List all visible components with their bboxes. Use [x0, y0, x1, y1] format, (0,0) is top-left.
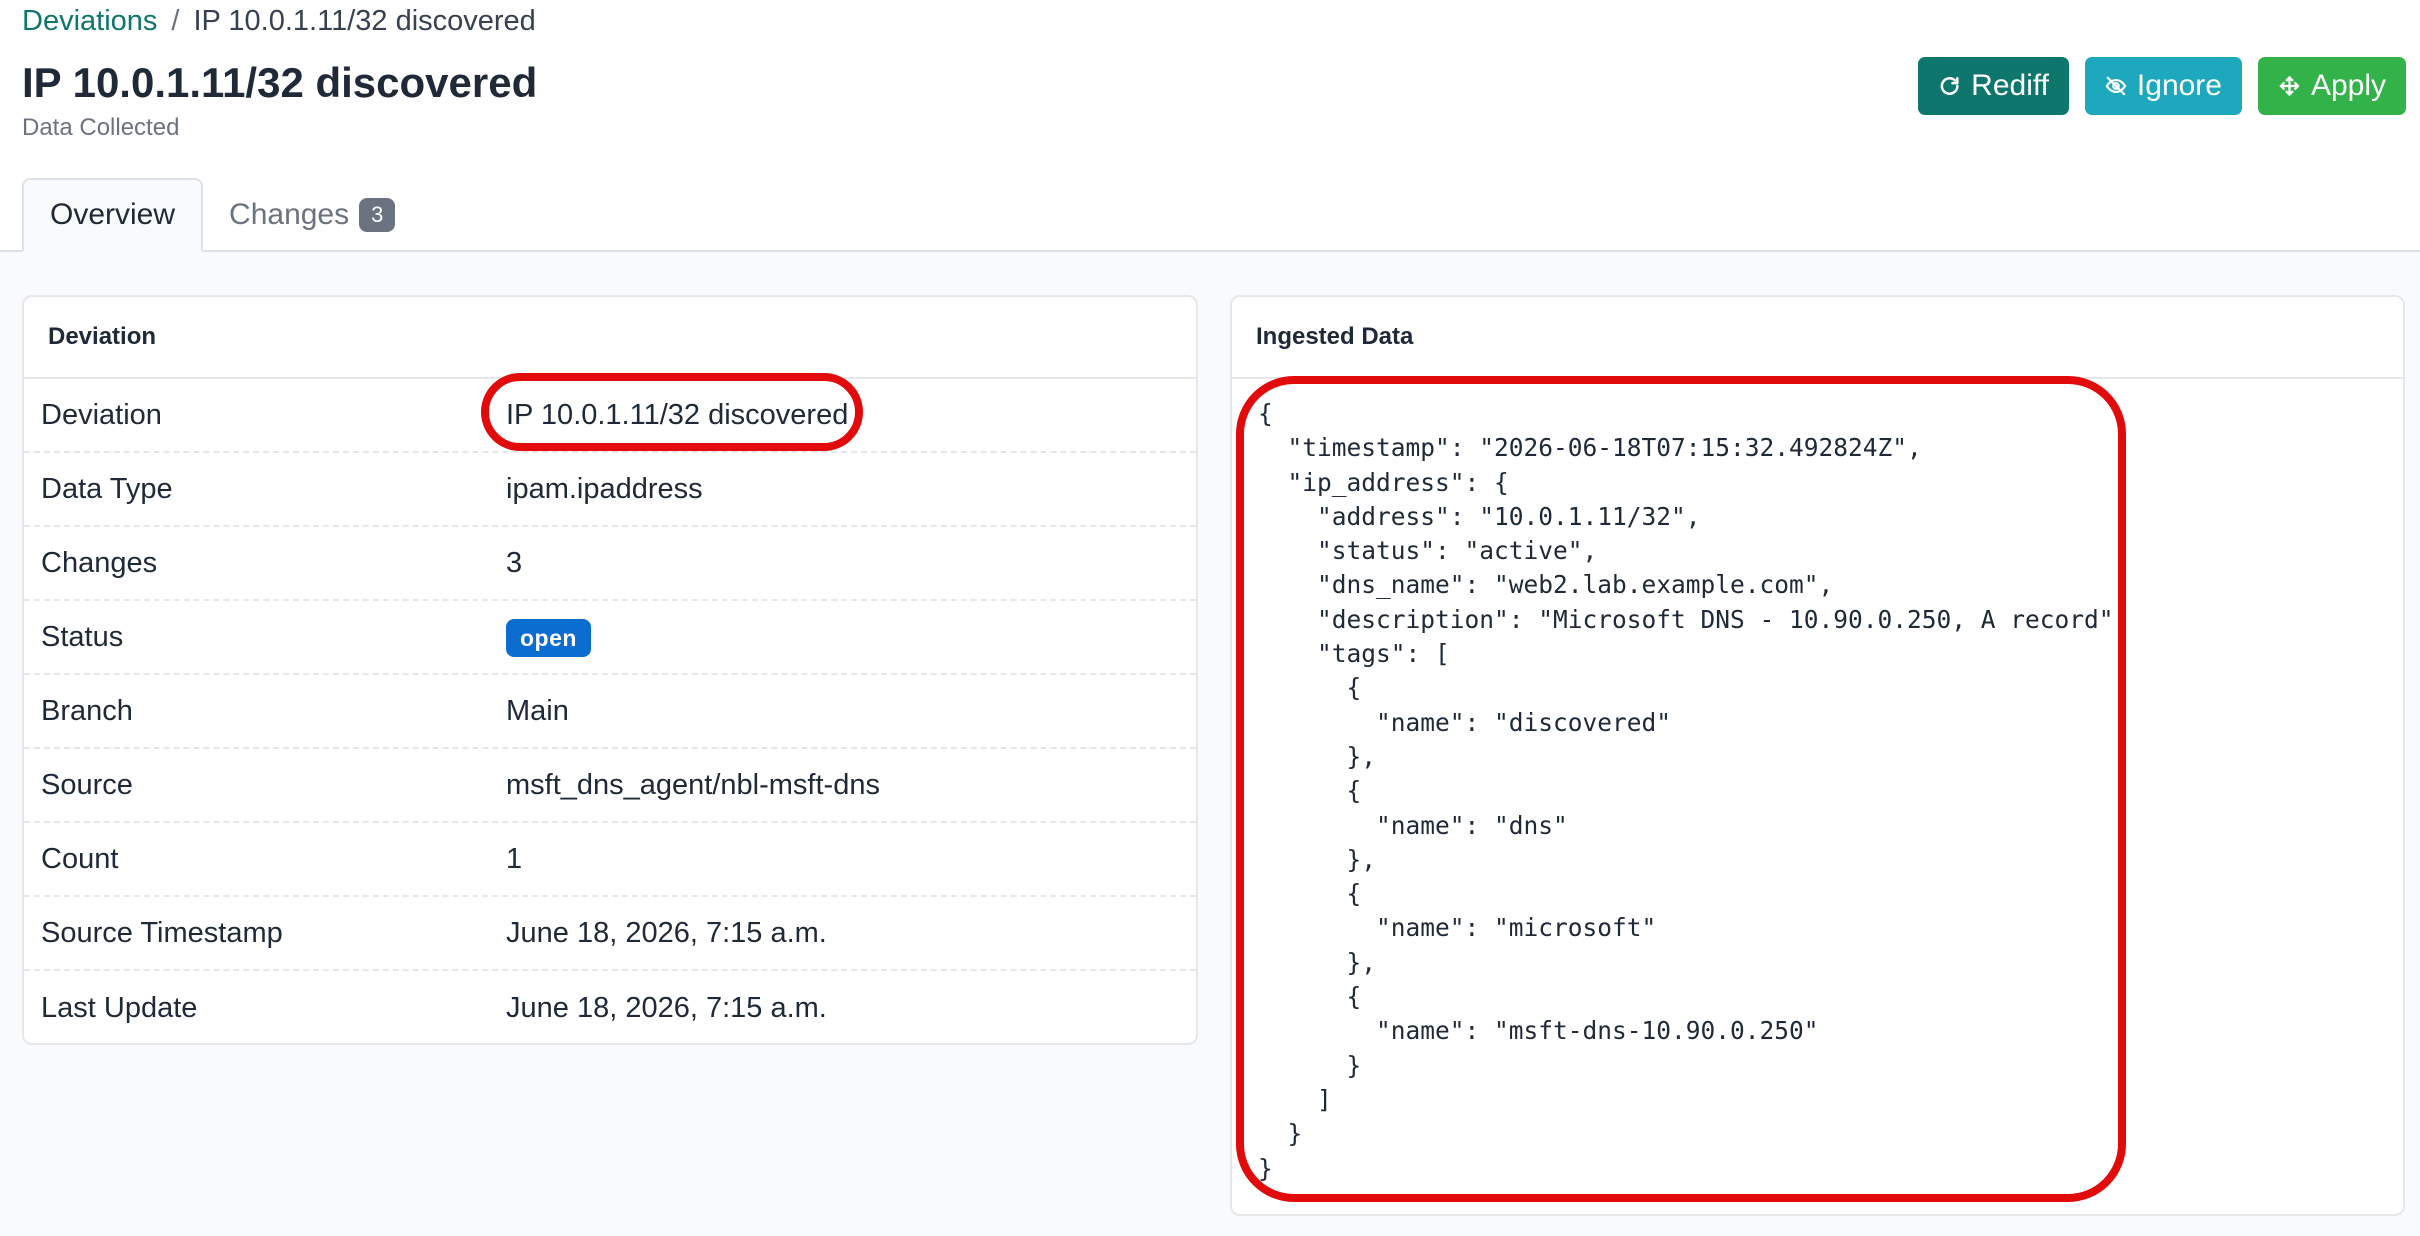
ignore-button[interactable]: Ignore: [2085, 57, 2242, 115]
row-value: ipam.ipaddress: [506, 472, 703, 505]
breadcrumb: Deviations / IP 10.0.1.11/32 discovered: [22, 4, 536, 38]
page-subtitle: Data Collected: [22, 114, 180, 141]
row-label: Source: [41, 768, 133, 801]
row-value: Main: [506, 694, 569, 727]
breadcrumb-current: IP 10.0.1.11/32 discovered: [193, 5, 536, 37]
rediff-button[interactable]: Rediff: [1918, 57, 2069, 115]
row-value: 1: [506, 842, 523, 875]
row-label: Deviation: [41, 398, 162, 431]
status-badge: open: [506, 618, 591, 657]
row-value: msft_dns_agent/nbl-msft-dns: [506, 768, 880, 801]
row-source-timestamp: Source Timestamp June 18, 2026, 7:15 a.m…: [24, 897, 1196, 971]
row-deviation: Deviation IP 10.0.1.11/32 discovered: [24, 379, 1196, 453]
rediff-label: Rediff: [1971, 69, 2049, 102]
page-title: IP 10.0.1.11/32 discovered: [22, 59, 538, 106]
row-branch: Branch Main: [24, 675, 1196, 749]
row-label: Changes: [41, 546, 158, 579]
row-label: Last Update: [41, 991, 198, 1024]
row-value: open: [506, 618, 591, 657]
changes-count-badge: 3: [359, 198, 396, 232]
breadcrumb-deviations-link[interactable]: Deviations: [22, 5, 157, 37]
row-value: 3: [506, 546, 523, 579]
row-label: Branch: [41, 694, 133, 727]
tab-changes[interactable]: Changes 3: [203, 178, 421, 252]
tab-overview-label: Overview: [50, 198, 176, 231]
action-buttons: Rediff Ignore Apply: [1918, 57, 2406, 115]
apply-label: Apply: [2310, 69, 2386, 102]
breadcrumb-separator: /: [171, 5, 180, 37]
row-label: Status: [41, 620, 124, 653]
row-data-type: Data Type ipam.ipaddress: [24, 453, 1196, 527]
row-value: IP 10.0.1.11/32 discovered: [506, 398, 849, 431]
row-changes: Changes 3: [24, 527, 1196, 601]
row-value: June 18, 2026, 7:15 a.m.: [506, 991, 827, 1024]
page-header-area: Deviations / IP 10.0.1.11/32 discovered IP…: [0, 0, 2420, 252]
row-status: Status open: [24, 601, 1196, 675]
ignore-label: Ignore: [2136, 69, 2222, 102]
deviation-card-title: Deviation: [24, 297, 1196, 379]
tab-bar: Overview Changes 3: [22, 178, 421, 252]
arrows-move-icon: [2279, 76, 2300, 96]
apply-button[interactable]: Apply: [2258, 57, 2406, 115]
deviation-card: Deviation Deviation IP 10.0.1.11/32 disc…: [22, 295, 1198, 1045]
row-value: June 18, 2026, 7:15 a.m.: [506, 916, 827, 949]
row-label: Data Type: [41, 472, 173, 505]
ingested-data-card-title: Ingested Data: [1232, 297, 2403, 379]
row-label: Source Timestamp: [41, 916, 283, 949]
row-count: Count 1: [24, 823, 1196, 897]
refresh-icon: [1940, 77, 1959, 95]
row-label: Count: [41, 842, 119, 875]
tab-overview[interactable]: Overview: [22, 178, 204, 252]
tab-changes-label: Changes: [229, 198, 350, 231]
ingested-data-card: Ingested Data { "timestamp": "2026-06-18…: [1230, 295, 2405, 1216]
row-source: Source msft_dns_agent/nbl-msft-dns: [24, 749, 1196, 823]
row-last-update: Last Update June 18, 2026, 7:15 a.m.: [24, 971, 1196, 1043]
ingested-json: { "timestamp": "2026-06-18T07:15:32.4928…: [1258, 399, 2129, 1183]
eye-slash-icon: [2105, 76, 2127, 96]
